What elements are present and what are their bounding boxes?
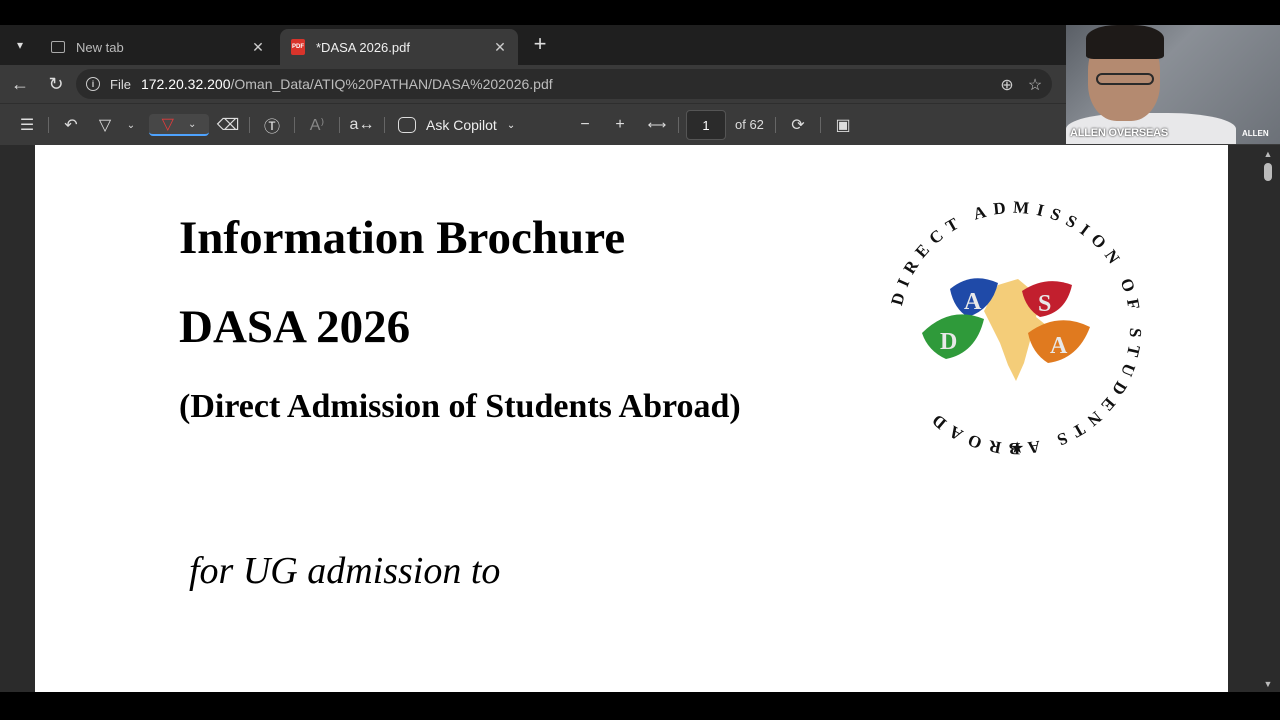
eraser-icon[interactable]: ⌫ [217,114,240,136]
divider [678,117,679,133]
refresh-icon[interactable]: ↻ [44,73,68,95]
new-tab-plus-icon[interactable]: + [528,33,552,57]
ask-copilot-label: Ask Copilot [426,117,497,133]
chevron-down-icon: ⌄ [506,119,516,131]
pdf-viewer[interactable]: Information Brochure DASA 2026 (Direct A… [0,145,1280,692]
text-icon[interactable]: Ⓣ [261,114,283,136]
url-host: 172.20.32.200 [140,76,231,92]
url-input[interactable]: i File 172.20.32.200/Oman_Data/ATIQ%20PA… [76,69,1052,99]
chevron-down-icon[interactable]: ⌄ [124,114,138,136]
contents-icon[interactable]: ☰ [16,114,38,136]
divider [339,117,340,133]
doc-tagline: for UG admission to [189,550,501,592]
back-arrow-icon[interactable]: ← [8,73,32,95]
info-icon[interactable]: i [86,77,100,91]
presenter-hair [1086,25,1164,59]
tab-actions-chevron-icon[interactable]: ▾ [6,31,34,59]
divider [384,117,385,133]
pdf-file-icon: PDF [290,39,306,55]
webcam-overlay: ALLEN OVERSEAS ALLEN [1066,25,1280,144]
screen: ▾ New tab ✕ PDF *DASA 2026.pdf ✕ + ← ↻ i… [0,0,1280,720]
read-aloud-icon[interactable]: A⁾ [306,114,328,136]
webcam-brand-logo: ALLEN [1242,129,1269,138]
ask-copilot-button[interactable]: Ask Copilot ⌄ [398,114,515,136]
close-icon[interactable]: ✕ [250,39,266,55]
bottom-black-bar [0,692,1280,720]
favorite-star-icon[interactable]: ☆ [1026,76,1044,94]
tab-new-tab[interactable]: New tab ✕ [40,29,276,65]
scrollbar[interactable] [1258,145,1280,692]
draw-icon: ▽ [161,116,174,133]
doc-subtitle: DASA 2026 [179,301,411,353]
dasa-logo: DIRECT ADMISSION OF STUDENTS ABROAD ★ A … [887,197,1138,458]
top-black-bar [0,0,1280,25]
page-number-input[interactable]: 1 [686,110,726,140]
logo-letter: D [940,329,957,355]
divider [294,117,295,133]
page-count: of 62 [735,117,764,132]
url-path: /Oman_Data/ATIQ%20PATHAN/DASA%202026.pdf [230,76,553,92]
fit-width-icon[interactable]: ⟷ [646,114,668,136]
scroll-down-arrow-icon[interactable]: ▼ [1262,679,1274,689]
url-scheme: File [110,76,131,92]
chevron-down-icon: ⌄ [187,118,197,130]
newtab-icon [50,40,66,54]
pdf-page: Information Brochure DASA 2026 (Direct A… [35,145,1228,692]
divider [775,117,776,133]
scrollbar-thumb[interactable] [1264,163,1272,181]
draw-button[interactable]: ▽ ⌄ [149,114,209,136]
divider [820,117,821,133]
zoom-out-icon[interactable]: − [574,114,596,136]
translate-icon[interactable]: a↔ [350,114,375,136]
zoom-magnifier-icon[interactable]: ⊕ [998,76,1016,94]
copilot-icon [398,117,416,133]
doc-expansion: (Direct Admission of Students Abroad) [179,388,741,425]
doc-title: Information Brochure [179,212,626,264]
tab-dasa-pdf[interactable]: PDF *DASA 2026.pdf ✕ [280,29,518,65]
divider [249,117,250,133]
page-view-icon[interactable]: ▣ [832,114,854,136]
tab-title: *DASA 2026.pdf [316,39,410,55]
logo-letter: S [1038,291,1051,317]
presenter-glasses [1096,73,1154,85]
scroll-up-arrow-icon[interactable]: ▲ [1262,149,1274,159]
rotate-icon[interactable]: ⟳ [787,114,809,136]
undo-icon[interactable]: ↶ [60,114,82,136]
highlight-icon[interactable]: ▽ [94,114,116,136]
close-icon[interactable]: ✕ [492,39,508,55]
tab-title: New tab [76,39,124,55]
webcam-name-label: ALLEN OVERSEAS [1070,127,1169,139]
divider [48,117,49,133]
logo-letter: A [964,289,982,315]
star-icon: ★ [1010,440,1024,457]
logo-letter: A [1050,333,1068,359]
zoom-in-icon[interactable]: + [609,114,631,136]
